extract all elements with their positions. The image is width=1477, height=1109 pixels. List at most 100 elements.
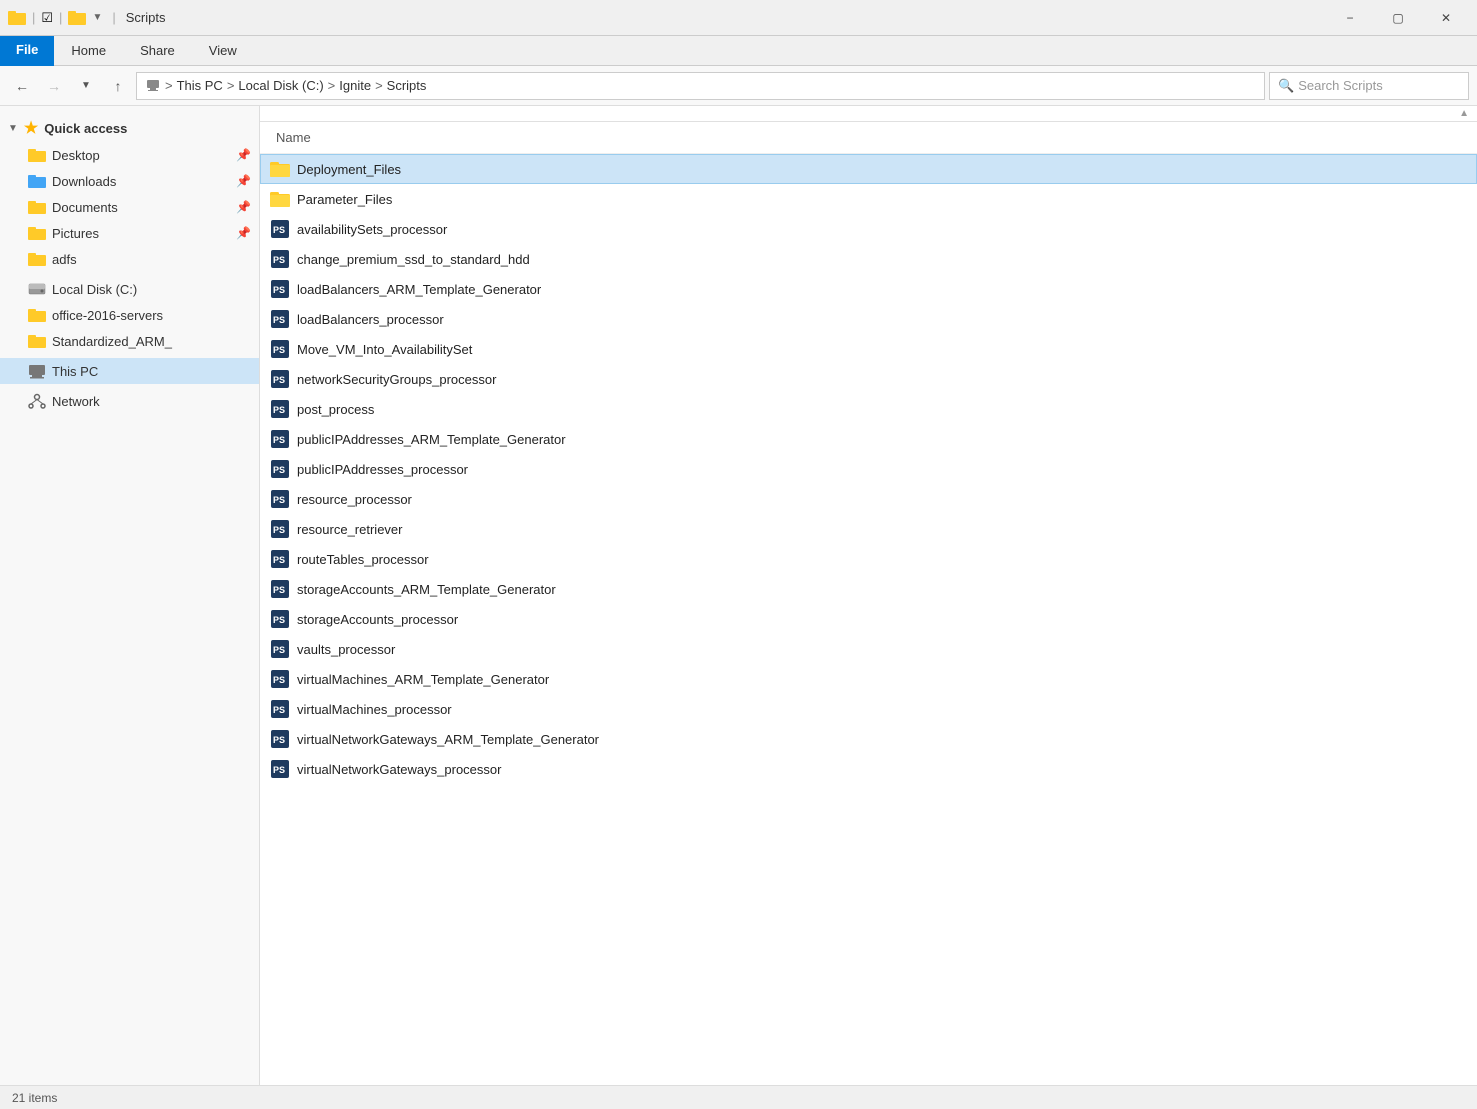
maximize-button[interactable]: ▢	[1375, 2, 1421, 34]
sidebar-item-label-pictures: Pictures	[52, 226, 99, 241]
ps1-icon: PS	[269, 548, 291, 570]
table-row[interactable]: PS availabilitySets_processor	[260, 214, 1477, 244]
file-name: loadBalancers_processor	[297, 312, 444, 327]
table-row[interactable]: PS vaults_processor	[260, 634, 1477, 664]
file-rows-container: Deployment_Files Parameter_Files PS avai…	[260, 154, 1477, 784]
sidebar-item-thispc[interactable]: This PC	[0, 358, 259, 384]
file-name: vaults_processor	[297, 642, 395, 657]
table-row[interactable]: PS loadBalancers_processor	[260, 304, 1477, 334]
standardized-folder-icon	[28, 332, 46, 350]
titlebar-folder2-icon	[68, 9, 86, 27]
sidebar-item-pictures[interactable]: Pictures 📌	[0, 220, 259, 246]
svg-text:PS: PS	[273, 555, 285, 565]
file-name: resource_retriever	[297, 522, 403, 537]
close-button[interactable]: ✕	[1423, 2, 1469, 34]
sidebar-header-quickaccess[interactable]: ▼ ★ Quick access	[0, 114, 259, 142]
sidebar-item-adfs[interactable]: adfs	[0, 246, 259, 272]
title-text: Scripts	[126, 10, 166, 25]
ps1-icon: PS	[269, 608, 291, 630]
table-row[interactable]: PS virtualMachines_processor	[260, 694, 1477, 724]
titlebar-dropdown-icon[interactable]: ▼	[92, 12, 102, 23]
back-button[interactable]: ←	[8, 72, 36, 100]
table-row[interactable]: Parameter_Files	[260, 184, 1477, 214]
title-bar: | ☑ | ▼ | Scripts − ▢ ✕	[0, 0, 1477, 36]
svg-text:PS: PS	[273, 285, 285, 295]
ps1-icon: PS	[269, 398, 291, 420]
table-row[interactable]: PS change_premium_ssd_to_standard_hdd	[260, 244, 1477, 274]
file-name: loadBalancers_ARM_Template_Generator	[297, 282, 541, 297]
tab-home[interactable]: Home	[54, 36, 123, 65]
svg-text:PS: PS	[273, 615, 285, 625]
tab-view[interactable]: View	[192, 36, 254, 65]
main-content: ▼ ★ Quick access Desktop 📌 Downloads 📌	[0, 106, 1477, 1085]
sidebar-item-label-office: office-2016-servers	[52, 308, 163, 323]
forward-button[interactable]: →	[40, 72, 68, 100]
file-name: Move_VM_Into_AvailabilitySet	[297, 342, 472, 357]
table-row[interactable]: PS routeTables_processor	[260, 544, 1477, 574]
file-name: post_process	[297, 402, 374, 417]
table-row[interactable]: PS resource_processor	[260, 484, 1477, 514]
titlebar-folder-icon	[8, 9, 26, 27]
tab-file[interactable]: File	[0, 36, 54, 66]
search-box[interactable]: 🔍 Search Scripts	[1269, 72, 1469, 100]
table-row[interactable]: Deployment_Files	[260, 154, 1477, 184]
path-localdisk[interactable]: Local Disk (C:)	[238, 78, 323, 93]
sidebar-item-desktop[interactable]: Desktop 📌	[0, 142, 259, 168]
up-button[interactable]: ↑	[104, 72, 132, 100]
file-name: Parameter_Files	[297, 192, 392, 207]
ribbon-tab-list: File Home Share View	[0, 36, 1477, 65]
path-ignite[interactable]: Ignite	[339, 78, 371, 93]
recent-locations-button[interactable]: ▼	[72, 72, 100, 100]
svg-text:PS: PS	[273, 765, 285, 775]
sidebar-item-standardized[interactable]: Standardized_ARM_	[0, 328, 259, 354]
sidebar-item-localdisk[interactable]: Local Disk (C:)	[0, 276, 259, 302]
table-row[interactable]: PS publicIPAddresses_ARM_Template_Genera…	[260, 424, 1477, 454]
path-scripts[interactable]: Scripts	[387, 78, 427, 93]
table-row[interactable]: PS virtualNetworkGateways_ARM_Template_G…	[260, 724, 1477, 754]
ps1-icon: PS	[269, 758, 291, 780]
path-sep-1: >	[165, 78, 173, 93]
quickaccess-star-icon: ★	[24, 118, 38, 138]
svg-text:PS: PS	[273, 375, 285, 385]
table-row[interactable]: PS resource_retriever	[260, 514, 1477, 544]
quickaccess-label: Quick access	[44, 121, 127, 136]
svg-text:PS: PS	[273, 315, 285, 325]
table-row[interactable]: PS post_process	[260, 394, 1477, 424]
path-sep-4: >	[375, 78, 383, 93]
localdisk-icon	[28, 280, 46, 298]
ps1-icon: PS	[269, 668, 291, 690]
table-row[interactable]: PS Move_VM_Into_AvailabilitySet	[260, 334, 1477, 364]
sidebar-section-drives: Local Disk (C:) office-2016-servers Stan…	[0, 276, 259, 354]
table-row[interactable]: PS virtualMachines_ARM_Template_Generato…	[260, 664, 1477, 694]
svg-text:PS: PS	[273, 525, 285, 535]
pin-icon-pictures: 📌	[236, 226, 251, 240]
sidebar-section-network: Network	[0, 388, 259, 414]
sidebar-item-downloads[interactable]: Downloads 📌	[0, 168, 259, 194]
sidebar-section-quickaccess: ▼ ★ Quick access Desktop 📌 Downloads 📌	[0, 114, 259, 272]
ps1-icon: PS	[269, 218, 291, 240]
table-row[interactable]: PS virtualNetworkGateways_processor	[260, 754, 1477, 784]
sidebar-item-label-thispc: This PC	[52, 364, 98, 379]
ps1-icon: PS	[269, 248, 291, 270]
titlebar-check-icon: ☑	[41, 10, 53, 26]
titlebar-divider-3: |	[112, 10, 115, 25]
table-row[interactable]: PS loadBalancers_ARM_Template_Generator	[260, 274, 1477, 304]
table-row[interactable]: PS storageAccounts_ARM_Template_Generato…	[260, 574, 1477, 604]
file-name: publicIPAddresses_processor	[297, 462, 468, 477]
table-row[interactable]: PS storageAccounts_processor	[260, 604, 1477, 634]
sidebar-item-office[interactable]: office-2016-servers	[0, 302, 259, 328]
ribbon: File Home Share View	[0, 36, 1477, 66]
minimize-button[interactable]: −	[1327, 2, 1373, 34]
sidebar-item-documents[interactable]: Documents 📌	[0, 194, 259, 220]
file-name: routeTables_processor	[297, 552, 429, 567]
column-name[interactable]: Name	[268, 126, 1469, 149]
file-name: storageAccounts_ARM_Template_Generator	[297, 582, 556, 597]
pin-icon-desktop: 📌	[236, 148, 251, 162]
sidebar-item-network[interactable]: Network	[0, 388, 259, 414]
table-row[interactable]: PS publicIPAddresses_processor	[260, 454, 1477, 484]
address-path[interactable]: > This PC > Local Disk (C:) > Ignite > S…	[136, 72, 1265, 100]
ps1-icon: PS	[269, 338, 291, 360]
path-thispc[interactable]: This PC	[177, 78, 223, 93]
table-row[interactable]: PS networkSecurityGroups_processor	[260, 364, 1477, 394]
tab-share[interactable]: Share	[123, 36, 192, 65]
